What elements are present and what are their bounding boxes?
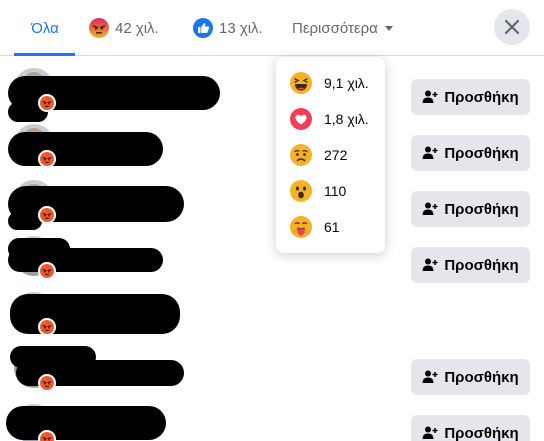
tab-like-count: 13 χιλ. (219, 19, 263, 37)
add-friend-label: Προσθήκη (444, 424, 519, 441)
wow-reaction-icon (290, 180, 312, 202)
care-reaction-icon (290, 216, 312, 238)
dropdown-item-wow[interactable]: 110 (276, 173, 385, 209)
caret-down-icon (384, 25, 393, 31)
redacted-name (8, 132, 163, 166)
redacted-name (8, 212, 42, 230)
tab-angry[interactable]: 42 χιλ. (89, 0, 159, 56)
reactor-row: Προσθήκη (0, 62, 544, 122)
angry-reaction-badge-icon (38, 262, 56, 280)
love-reaction-icon (290, 108, 312, 130)
dropdown-love-count: 1,8 χιλ. (324, 111, 369, 127)
more-reactions-dropdown: 9,1 χιλ. 1,8 χιλ. 272 110 61 (276, 57, 385, 253)
haha-reaction-icon (290, 72, 312, 94)
angry-reaction-icon (89, 18, 109, 38)
tab-all-label: Όλα (31, 19, 59, 37)
add-friend-button[interactable]: Προσθήκη (411, 415, 530, 441)
dropdown-wow-count: 110 (324, 183, 347, 199)
add-friend-icon (422, 258, 438, 271)
redacted-name (8, 248, 163, 272)
reactor-row: Προσθήκη (0, 342, 544, 398)
dropdown-item-love[interactable]: 1,8 χιλ. (276, 101, 385, 137)
redacted-name (10, 294, 180, 334)
add-friend-label: Προσθήκη (444, 88, 519, 106)
redacted-name (6, 406, 166, 440)
dropdown-item-haha[interactable]: 9,1 χιλ. (276, 65, 385, 101)
reactor-row: Προσθήκη (0, 398, 544, 441)
dropdown-care-count: 61 (324, 219, 340, 235)
angry-reaction-badge-icon (38, 430, 56, 441)
add-friend-icon (422, 426, 438, 439)
tab-like[interactable]: 13 χιλ. (193, 0, 263, 56)
reactor-row: Προσθήκη (0, 174, 544, 230)
add-friend-button[interactable]: Προσθήκη (411, 359, 530, 395)
close-button[interactable] (494, 9, 530, 45)
add-friend-icon (422, 370, 438, 383)
add-friend-icon (422, 90, 438, 103)
angry-reaction-badge-icon (38, 318, 56, 336)
add-friend-label: Προσθήκη (444, 256, 519, 274)
dropdown-item-care[interactable]: 61 (276, 209, 385, 245)
angry-reaction-badge-icon (38, 374, 56, 392)
reactor-row (0, 286, 544, 342)
reactor-row: Προσθήκη (0, 230, 544, 286)
like-reaction-icon (193, 18, 213, 38)
tab-all[interactable]: Όλα (15, 0, 75, 56)
close-icon (504, 19, 520, 35)
reactions-tab-bar: Όλα 42 χιλ. 13 χιλ. Περισσότερα (0, 0, 544, 56)
add-friend-label: Προσθήκη (444, 144, 519, 162)
add-friend-label: Προσθήκη (444, 368, 519, 386)
add-friend-icon (422, 202, 438, 215)
add-friend-icon (422, 146, 438, 159)
angry-reaction-badge-icon (38, 150, 56, 168)
add-friend-label: Προσθήκη (444, 200, 519, 218)
angry-reaction-badge-icon (38, 94, 56, 112)
add-friend-button[interactable]: Προσθήκη (411, 191, 530, 227)
sad-reaction-icon (290, 144, 312, 166)
dropdown-item-sad[interactable]: 272 (276, 137, 385, 173)
add-friend-button[interactable]: Προσθήκη (411, 247, 530, 283)
tab-angry-count: 42 χιλ. (115, 19, 159, 37)
add-friend-button[interactable]: Προσθήκη (411, 135, 530, 171)
tab-more-dropdown[interactable]: Περισσότερα (292, 0, 393, 56)
active-tab-indicator (14, 53, 75, 56)
angry-reaction-badge-icon (38, 206, 56, 224)
dropdown-sad-count: 272 (324, 147, 348, 163)
add-friend-button[interactable]: Προσθήκη (411, 79, 530, 115)
tab-more-label: Περισσότερα (292, 19, 378, 37)
reactor-row: Προσθήκη (0, 118, 544, 174)
dropdown-haha-count: 9,1 χιλ. (324, 75, 369, 91)
